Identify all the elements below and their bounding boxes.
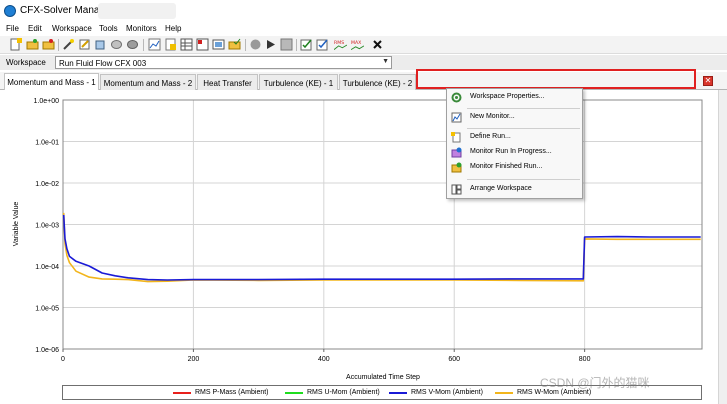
grid-icon[interactable] <box>180 38 193 51</box>
cube-icon[interactable] <box>94 38 107 51</box>
watermark: CSDN @门外的猫咪 <box>540 376 650 390</box>
report-icon[interactable] <box>164 38 177 51</box>
menu-item-arrange-workspace[interactable]: Arrange Workspace <box>447 183 582 197</box>
y-tick-label: 1.0e-04 <box>35 264 59 271</box>
plot-grid <box>62 99 702 350</box>
y-tick-label: 1.0e-03 <box>35 223 59 230</box>
arrange-icon <box>451 184 462 195</box>
menu-separator <box>467 108 580 109</box>
menu-item-define-run[interactable]: Define Run... <box>447 131 582 145</box>
toolbar-separator <box>245 39 246 51</box>
title-blur-region <box>98 3 176 19</box>
open-icon[interactable] <box>26 38 39 51</box>
toolbar-separator <box>296 39 297 51</box>
tab-turbulence-ke-2[interactable]: Turbulence (KE) - 2 <box>339 74 416 90</box>
workspace-label: Workspace <box>6 58 46 67</box>
menu-tools[interactable]: Tools <box>99 24 118 33</box>
legend-label: RMS P-Mass (Ambient) <box>195 389 269 396</box>
menu-item-label: Monitor Finished Run... <box>470 163 543 170</box>
wand-icon[interactable] <box>62 38 75 51</box>
menu-item-label: Arrange Workspace <box>470 185 532 192</box>
tab-momentum-mass-2[interactable]: Momentum and Mass - 2 <box>100 74 196 90</box>
vertical-scrollbar[interactable] <box>718 90 727 404</box>
legend-label: RMS V-Mom (Ambient) <box>411 389 483 396</box>
toolbar-separator <box>58 39 59 51</box>
menu-item-label: New Monitor... <box>470 113 515 120</box>
max-label: MAX <box>351 40 362 46</box>
save-icon[interactable] <box>280 38 293 51</box>
menu-item-label: Define Run... <box>470 133 511 140</box>
play-icon[interactable] <box>264 38 277 51</box>
menu-workspace[interactable]: Workspace <box>52 24 92 33</box>
workspace-select[interactable]: Run Fluid Flow CFX 003 ▼ <box>55 56 392 69</box>
new-monitor-icon <box>451 112 462 123</box>
y-tick-label: 1.0e-02 <box>35 181 59 188</box>
toolbar-separator <box>143 39 144 51</box>
menu-item-label: Workspace Properties... <box>470 93 545 100</box>
menu-item-monitor-finished-run[interactable]: Monitor Finished Run... <box>447 161 582 175</box>
menu-separator <box>467 128 580 129</box>
toolbar: RMS MAX <box>0 36 727 54</box>
y-axis-label: Variable Value <box>13 202 20 247</box>
menu-monitors[interactable]: Monitors <box>126 24 157 33</box>
x-tick-label: 200 <box>188 356 200 363</box>
context-menu: Workspace Properties... New Monitor... D… <box>446 88 583 199</box>
x-axis-ticks: 0 200 400 600 800 <box>61 349 591 363</box>
menu-item-new-monitor[interactable]: New Monitor... <box>447 111 582 125</box>
menu-item-workspace-properties[interactable]: Workspace Properties... <box>447 91 582 105</box>
tab-area-highlight <box>416 69 696 89</box>
tab-heat-transfer[interactable]: Heat Transfer <box>197 74 258 90</box>
chevron-down-icon: ▼ <box>382 58 389 65</box>
max-icon[interactable]: MAX <box>351 38 365 51</box>
define-run-icon <box>451 132 461 143</box>
x-tick-label: 600 <box>448 356 460 363</box>
series-line-w-mom <box>62 212 701 283</box>
close-tab-icon[interactable]: ✕ <box>703 76 713 86</box>
folder-check-icon[interactable] <box>228 38 241 51</box>
view-icon[interactable] <box>212 38 225 51</box>
stop-icon[interactable] <box>249 38 262 51</box>
y-tick-label: 1.0e+00 <box>34 98 60 105</box>
new-icon[interactable] <box>9 38 22 51</box>
check-icon[interactable] <box>300 38 313 51</box>
monitor-finished-icon <box>451 162 462 173</box>
workspace-value: Run Fluid Flow CFX 003 <box>59 59 147 68</box>
y-axis-ticks: 1.0e+00 1.0e-01 1.0e-02 1.0e-03 1.0e-04 1.0e-… <box>34 98 60 354</box>
table-icon[interactable] <box>196 38 209 51</box>
window-title: CFX-Solver Manag <box>20 5 106 16</box>
tab-momentum-mass-1[interactable]: Momentum and Mass - 1 <box>4 73 99 91</box>
y-tick-label: 1.0e-06 <box>35 347 59 354</box>
rms-label: RMS <box>334 40 344 46</box>
menu-separator <box>467 179 580 180</box>
rms-icon[interactable]: RMS <box>334 38 348 51</box>
tab-turbulence-ke-1[interactable]: Turbulence (KE) - 1 <box>259 74 338 90</box>
x-tick-label: 400 <box>318 356 330 363</box>
menu-item-monitor-run-in-progress[interactable]: Monitor Run In Progress... <box>447 146 582 160</box>
legend-label: RMS U-Mom (Ambient) <box>307 389 380 396</box>
title-bar: CFX-Solver Manag <box>0 0 727 22</box>
menu-bar: File Edit Workspace Tools Monitors Help <box>0 22 727 36</box>
x-axis-label: Accumulated Time Step <box>346 374 420 381</box>
close-icon[interactable] <box>371 38 384 51</box>
menu-edit[interactable]: Edit <box>28 24 42 33</box>
app-logo-icon <box>4 5 16 17</box>
check2-icon[interactable] <box>316 38 329 51</box>
load-icon[interactable] <box>42 38 55 51</box>
menu-help[interactable]: Help <box>165 24 181 33</box>
monitor-progress-icon <box>451 147 462 158</box>
x-tick-label: 0 <box>61 356 65 363</box>
workspace-bar: Workspace Run Fluid Flow CFX 003 ▼ <box>0 55 727 70</box>
disk2-icon[interactable] <box>126 38 139 51</box>
menu-item-label: Monitor Run In Progress... <box>470 148 552 155</box>
plot-icon[interactable] <box>148 38 161 51</box>
residual-plot: 1.0e+00 1.0e-01 1.0e-02 1.0e-03 1.0e-04 1.0e-… <box>13 98 703 381</box>
plot-series <box>62 212 701 283</box>
y-tick-label: 1.0e-05 <box>35 306 59 313</box>
x-tick-label: 800 <box>579 356 591 363</box>
y-tick-label: 1.0e-01 <box>35 140 59 147</box>
disk-icon[interactable] <box>110 38 123 51</box>
edit-icon[interactable] <box>78 38 91 51</box>
properties-icon <box>451 92 462 103</box>
menu-file[interactable]: File <box>6 24 19 33</box>
